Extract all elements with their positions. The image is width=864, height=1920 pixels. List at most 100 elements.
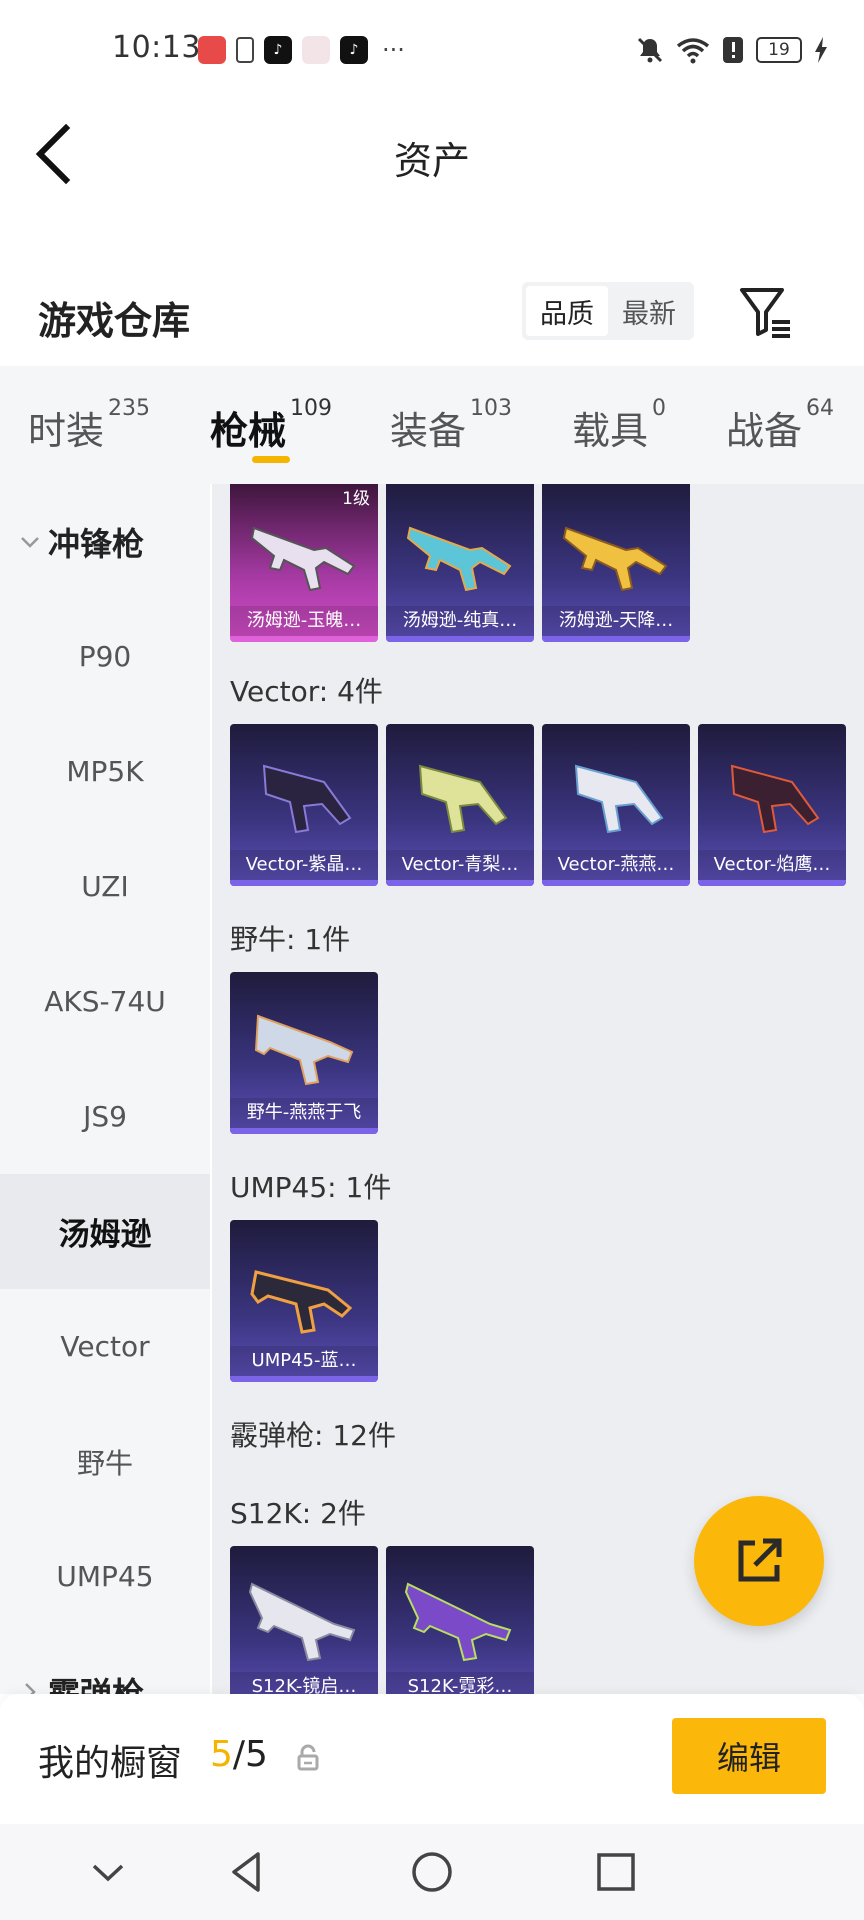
weapon-card-caption: S12K-霓彩… — [386, 1672, 534, 1694]
tab-label: 时装 — [28, 409, 105, 453]
weapon-card[interactable]: Vector-紫晶… — [230, 724, 378, 886]
category-title-shotgun: 霰弹枪: 12件 — [230, 1419, 396, 1452]
weapon-card[interactable]: 汤姆逊-天降… — [542, 484, 690, 642]
sidebar-group-smg[interactable]: 冲锋枪 — [0, 484, 210, 599]
top-header: 资产 — [0, 100, 864, 210]
share-fab[interactable] — [694, 1496, 824, 1626]
chevron-right-icon — [25, 1682, 36, 1694]
showcase-used: 5 — [210, 1734, 233, 1775]
showcase-label: 我的橱窗 — [38, 1743, 183, 1784]
smg-icon — [406, 526, 512, 592]
level-badge: 1级 — [342, 489, 370, 509]
tab-fashion[interactable]: 时装235 — [28, 396, 150, 455]
weapon-card[interactable]: 野牛-燕燕于飞 — [230, 972, 378, 1134]
battery-level: 19 — [756, 37, 802, 63]
sidebar-group-label: 霰弹枪 — [48, 1674, 145, 1695]
tab-label: 战备 — [726, 409, 803, 453]
sidebar-item-uzi[interactable]: UZI — [0, 829, 210, 944]
weapon-card-caption: Vector-燕燕… — [542, 850, 690, 880]
collapse-chevron-icon[interactable] — [82, 1846, 134, 1898]
sidebar-item-thompson[interactable]: 汤姆逊 — [0, 1174, 210, 1289]
page-title: 资产 — [393, 139, 470, 183]
smg-icon — [262, 764, 352, 834]
weapon-card[interactable]: Vector-焰鹰… — [698, 724, 846, 886]
tab-weapons[interactable]: 枪械109 — [210, 396, 332, 455]
status-time: 10:13 — [112, 30, 201, 65]
filter-icon[interactable] — [738, 284, 794, 340]
sidebar-group-shotgun[interactable]: 霰弹枪 — [0, 1634, 210, 1694]
smg-icon — [254, 1014, 354, 1086]
tab-count: 235 — [108, 396, 151, 421]
rarity-bar — [542, 636, 690, 642]
weapon-card-caption: Vector-青梨… — [386, 850, 534, 880]
status-bar: 10:13 ♪ ♪ ··· 19 — [0, 0, 864, 100]
weapon-card[interactable]: UMP45-蓝… — [230, 1220, 378, 1382]
tab-equipment[interactable]: 装备103 — [390, 396, 512, 455]
weapon-card[interactable]: S12K-霓彩… — [386, 1546, 534, 1694]
smg-icon — [730, 764, 820, 834]
system-nav-bar — [0, 1824, 864, 1920]
rarity-bar — [230, 1128, 378, 1134]
weapon-card-caption: 野牛-燕燕于飞 — [230, 1098, 378, 1128]
weapon-card-caption: Vector-焰鹰… — [698, 850, 846, 880]
sidebar-item-ump45[interactable]: UMP45 — [0, 1519, 210, 1634]
tab-vehicles[interactable]: 载具0 — [572, 396, 666, 455]
weapon-card-caption: S12K-镜启… — [230, 1672, 378, 1694]
group-title-ump45: UMP45: 1件 — [230, 1171, 392, 1204]
warehouse-header: 游戏仓库 品质 最新 — [0, 270, 864, 360]
sidebar-item-mp5k[interactable]: MP5K — [0, 714, 210, 829]
sidebar-item-aks74u[interactable]: AKS-74U — [0, 944, 210, 1059]
smg-icon — [418, 764, 508, 834]
weapon-card[interactable]: 1级 汤姆逊-玉魄… — [230, 484, 378, 642]
active-tab-indicator — [252, 456, 290, 463]
weapon-card-caption: 汤姆逊-纯真… — [386, 606, 534, 636]
gift-app-icon — [302, 36, 330, 64]
system-status-icons: 19 — [636, 36, 828, 64]
tab-count: 64 — [806, 396, 835, 421]
nav-home-icon[interactable] — [406, 1846, 458, 1898]
weapon-category-sidebar: 冲锋枪 P90 MP5K UZI AKS-74U JS9 汤姆逊 Vector … — [0, 484, 210, 1694]
lock-icon — [297, 1744, 319, 1771]
rarity-bar — [386, 636, 534, 642]
rarity-bar — [542, 880, 690, 886]
group-title-bizon: 野牛: 1件 — [230, 923, 351, 956]
share-edit-icon — [738, 1538, 782, 1582]
edit-button[interactable]: 编辑 — [672, 1718, 826, 1794]
weapon-card-caption: UMP45-蓝… — [230, 1346, 378, 1376]
sidebar-group-label: 冲锋枪 — [48, 524, 145, 563]
sidebar-item-js9[interactable]: JS9 — [0, 1059, 210, 1174]
weapon-card[interactable]: Vector-青梨… — [386, 724, 534, 886]
more-notifications-icon: ··· — [382, 36, 405, 64]
nav-recents-icon[interactable] — [590, 1846, 642, 1898]
nav-back-icon[interactable] — [222, 1846, 274, 1898]
tab-label: 装备 — [390, 409, 467, 453]
rarity-bar — [230, 1376, 378, 1382]
shotgun-icon — [248, 1582, 356, 1662]
tab-count: 109 — [290, 396, 333, 421]
charging-icon — [815, 37, 827, 63]
sidebar-item-p90[interactable]: P90 — [0, 599, 210, 714]
smg-icon — [562, 526, 668, 592]
weapon-card-caption: Vector-紫晶… — [230, 850, 378, 880]
weapon-card[interactable]: 汤姆逊-纯真… — [386, 484, 534, 642]
group-title-vector: Vector: 4件 — [230, 675, 383, 708]
weapon-card[interactable]: Vector-燕燕… — [542, 724, 690, 886]
section-title: 游戏仓库 — [38, 299, 191, 343]
sidebar-item-vector[interactable]: Vector — [0, 1289, 210, 1404]
rarity-bar — [230, 880, 378, 886]
tab-supplies[interactable]: 战备64 — [726, 396, 834, 455]
sort-newest-button[interactable]: 最新 — [608, 286, 690, 336]
tiktok-icon: ♪ — [264, 36, 292, 64]
battery-saver-icon — [236, 37, 254, 63]
smg-icon — [250, 1270, 353, 1334]
rarity-bar — [386, 880, 534, 886]
smg-icon — [574, 764, 664, 834]
category-tabs: 时装235 枪械109 装备103 载具0 战备64 — [0, 366, 864, 484]
sort-quality-button[interactable]: 品质 — [526, 286, 608, 336]
sidebar-item-bizon[interactable]: 野牛 — [0, 1404, 210, 1519]
mute-icon — [637, 37, 663, 63]
tab-count: 0 — [652, 396, 667, 421]
showcase-total: /5 — [232, 1734, 268, 1775]
weapon-card[interactable]: S12K-镜启… — [230, 1546, 378, 1694]
showcase-count: 5/5 — [210, 1734, 268, 1775]
